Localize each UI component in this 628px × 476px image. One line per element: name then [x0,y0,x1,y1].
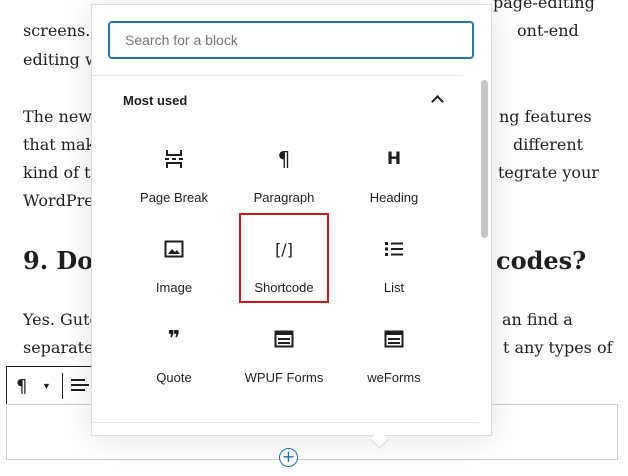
block-label: weForms [367,370,421,385]
article-line: ont-end [517,21,579,40]
panel-title: Most used [123,93,188,108]
article-line: different [513,135,584,154]
quote-icon: ❞ [167,326,181,352]
paragraph-icon[interactable]: ¶ [16,376,27,397]
list-icon [349,237,439,261]
divider [92,422,479,423]
article-line: page-editing [493,0,595,12]
article-line: editing w [23,50,99,69]
block-item-page-break[interactable]: Page Break [129,133,219,223]
article-heading: codes? [496,246,587,275]
chevron-up-icon [431,95,444,108]
align-left-icon[interactable] [71,379,89,393]
block-item-image[interactable]: Image [129,223,219,313]
search-input[interactable] [123,31,457,49]
block-item-paragraph[interactable]: ¶ Paragraph [239,133,329,223]
block-item-list[interactable]: List [349,223,439,313]
block-label: Image [155,280,193,295]
block-inserter-popover: Most used Page Break ¶ Paragraph [91,4,492,449]
search-box[interactable] [108,21,474,59]
collapse-panel-button[interactable] [429,91,447,109]
block-label: Quote [156,370,192,385]
article-line: an find a [502,310,573,329]
block-label: Shortcode [254,280,314,295]
article-line: The new [23,107,92,126]
block-item-wpuf-forms[interactable]: WPUF Forms [239,313,329,403]
scrollbar-thumb[interactable] [481,80,488,238]
page-break-icon [129,147,219,171]
article-line: screens. I [23,21,102,40]
article-line: t any types of [503,338,613,357]
block-label: List [383,280,405,295]
toolbar-divider [62,373,63,399]
article-line: separate [23,338,94,357]
heading-icon: H [386,149,402,169]
block-label: Paragraph [253,190,315,205]
form-icon [349,327,439,351]
inserter-plus-button[interactable]: + [279,448,298,467]
paragraph-icon: ¶ [277,147,291,171]
divider [92,75,463,76]
article-line: that mak [23,135,96,154]
article-line: kind of th [23,163,101,182]
article-line: ng features [499,107,592,126]
block-label: Page Break [140,190,208,205]
block-item-weforms[interactable]: weForms [349,313,439,403]
block-item-quote[interactable]: ❞ Quote [129,313,219,403]
article-line: tegrate your [498,163,599,182]
block-label: Heading [369,190,419,205]
block-item-shortcode[interactable]: [/] Shortcode [239,213,329,303]
block-label: WPUF Forms [244,370,324,385]
article-line: WordPre [23,191,94,210]
article-line: Yes. Gute [23,310,100,329]
block-item-heading[interactable]: H Heading [349,133,439,223]
form-icon [239,327,329,351]
image-icon [129,237,219,261]
shortcode-icon: [/] [275,239,293,259]
caret-down-icon[interactable]: ▼ [42,381,51,391]
